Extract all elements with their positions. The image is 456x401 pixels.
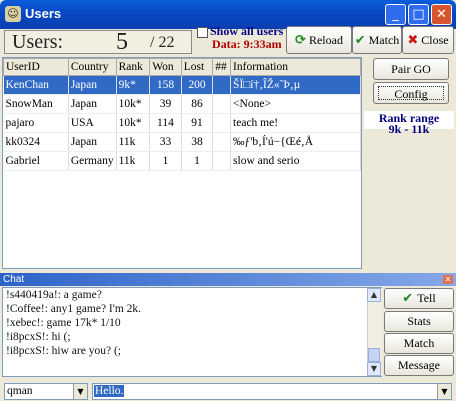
- cell-userid: pajaro: [3, 113, 69, 133]
- cell-rank: 10k*: [116, 94, 151, 114]
- cell-lost: 91: [181, 113, 214, 133]
- cell-flag: [212, 94, 232, 114]
- reload-label: Reload: [308, 32, 343, 47]
- cell-information: <None>: [230, 94, 361, 114]
- chat-line: !xebec!: game 17k* 1/10: [6, 317, 121, 329]
- cell-country: Japan: [68, 94, 117, 114]
- cell-won: 114: [149, 113, 182, 133]
- cell-flag: [212, 75, 232, 95]
- stats-button[interactable]: Stats: [384, 311, 454, 332]
- cell-rank: 11k: [116, 132, 151, 152]
- chat-line: !i8pcxS!: hi (;: [6, 331, 71, 343]
- column-header-flag[interactable]: ##: [212, 58, 232, 76]
- cell-country: USA: [68, 113, 117, 133]
- target-user-value: qman: [7, 385, 33, 397]
- table-row[interactable]: Gabriel Germany 11k 1 1 slow and serio: [3, 151, 361, 171]
- cell-won: 33: [149, 132, 182, 152]
- checkmark-icon: ✔: [354, 32, 366, 48]
- show-all-checkbox[interactable]: [197, 27, 208, 38]
- config-label: Config: [378, 86, 444, 101]
- cell-information: slow and serio: [230, 151, 361, 171]
- table-row[interactable]: pajaro USA 10k* 114 91 teach me!: [3, 113, 361, 133]
- cell-information: ŠÏ□í†‚ÎŽ«˜Þ‚µ: [230, 75, 361, 95]
- cell-rank: 11k: [116, 151, 151, 171]
- cell-flag: [212, 132, 232, 152]
- chat-line: !s440419a!: a game?: [6, 289, 102, 301]
- cell-flag: [212, 113, 232, 133]
- column-header-lost[interactable]: Lost: [180, 58, 214, 76]
- column-header-userid[interactable]: UserID: [3, 58, 69, 76]
- chat-match-button[interactable]: Match: [384, 333, 454, 354]
- cell-information: teach me!: [230, 113, 361, 133]
- cell-won: 39: [149, 94, 182, 114]
- pair-go-button[interactable]: Pair GO: [373, 58, 449, 80]
- scroll-up-icon[interactable]: ▲: [367, 288, 381, 302]
- window-close-button[interactable]: ✕: [431, 4, 452, 25]
- close-button[interactable]: ✖ Close: [402, 26, 454, 54]
- cell-lost: 200: [181, 75, 214, 95]
- chat-title: Chat: [3, 274, 25, 285]
- column-header-won[interactable]: Won: [149, 58, 182, 76]
- cell-country: Japan: [68, 75, 117, 95]
- cell-userid: SnowMan: [3, 94, 69, 114]
- rank-range-value: 9k - 11k: [388, 122, 430, 136]
- maximize-button[interactable]: □: [408, 4, 429, 25]
- cell-rank: 9k*: [116, 75, 151, 95]
- message-input[interactable]: Hello. ▼: [92, 383, 452, 400]
- checkmark-icon: ✔: [402, 291, 414, 306]
- config-button[interactable]: Config: [373, 82, 449, 104]
- cell-won: 1: [149, 151, 182, 171]
- match-button[interactable]: ✔ Match: [352, 26, 402, 54]
- reload-icon: ⟳: [295, 32, 306, 48]
- dropdown-arrow-icon[interactable]: ▼: [437, 384, 451, 399]
- close-icon: ✖: [407, 32, 419, 48]
- close-label: Close: [421, 32, 449, 47]
- match-label: Match: [368, 32, 400, 47]
- cell-userid: Gabriel: [3, 151, 69, 171]
- users-label: Users:: [12, 31, 64, 53]
- column-header-country[interactable]: Country: [67, 58, 117, 76]
- scroll-down-icon[interactable]: ▼: [367, 362, 381, 376]
- reload-button[interactable]: ⟳ Reload: [286, 26, 352, 54]
- cell-rank: 10k*: [116, 113, 151, 133]
- table-row[interactable]: KenChan Japan 9k* 158 200 ŠÏ□í†‚ÎŽ«˜Þ‚µ: [3, 75, 361, 95]
- cell-country: Germany: [68, 151, 117, 171]
- cell-lost: 38: [181, 132, 214, 152]
- table-row[interactable]: SnowMan Japan 10k* 39 86 <None>: [3, 94, 361, 114]
- cell-lost: 1: [181, 151, 214, 171]
- message-button[interactable]: Message: [384, 355, 454, 376]
- minimize-button[interactable]: _: [385, 4, 406, 25]
- chat-close-icon[interactable]: ✕: [443, 275, 453, 284]
- cell-userid: kk0324: [3, 132, 69, 152]
- users-shown-count: 5: [116, 29, 128, 55]
- cell-lost: 86: [181, 94, 214, 114]
- scroll-thumb[interactable]: [368, 348, 380, 362]
- chat-line: !Coffee!: any1 game? I'm 2k.: [6, 303, 142, 315]
- cell-userid: KenChan: [3, 75, 69, 95]
- users-total-count: / 22: [150, 34, 175, 51]
- tell-label: Tell: [417, 291, 436, 305]
- table-row[interactable]: kk0324 Japan 11k 33 38 ‰ƒ'b‚Í'ú−{Œé‚Å: [3, 132, 361, 152]
- data-time: Data: 9:33am: [212, 37, 282, 51]
- column-header-rank[interactable]: Rank: [115, 58, 151, 76]
- dropdown-arrow-icon[interactable]: ▼: [73, 384, 87, 399]
- cell-country: Japan: [68, 132, 117, 152]
- target-user-select[interactable]: qman ▼: [4, 383, 88, 400]
- column-header-information[interactable]: Information: [230, 58, 361, 76]
- message-input-value: Hello.: [94, 385, 125, 397]
- cell-information: ‰ƒ'b‚Í'ú−{Œé‚Å: [230, 132, 361, 152]
- table-header-row: UserID Country Rank Won Lost ## Informat…: [3, 58, 361, 76]
- users-table[interactable]: UserID Country Rank Won Lost ## Informat…: [2, 57, 362, 269]
- cell-won: 158: [149, 75, 182, 95]
- chat-line: !i8pcxS!: hiw are you? (;: [6, 345, 121, 357]
- tell-button[interactable]: ✔ Tell: [384, 288, 454, 309]
- app-icon: ☺: [5, 6, 21, 22]
- cell-flag: [212, 151, 232, 171]
- chat-title-bar: [0, 273, 456, 286]
- window-title: Users: [25, 6, 62, 21]
